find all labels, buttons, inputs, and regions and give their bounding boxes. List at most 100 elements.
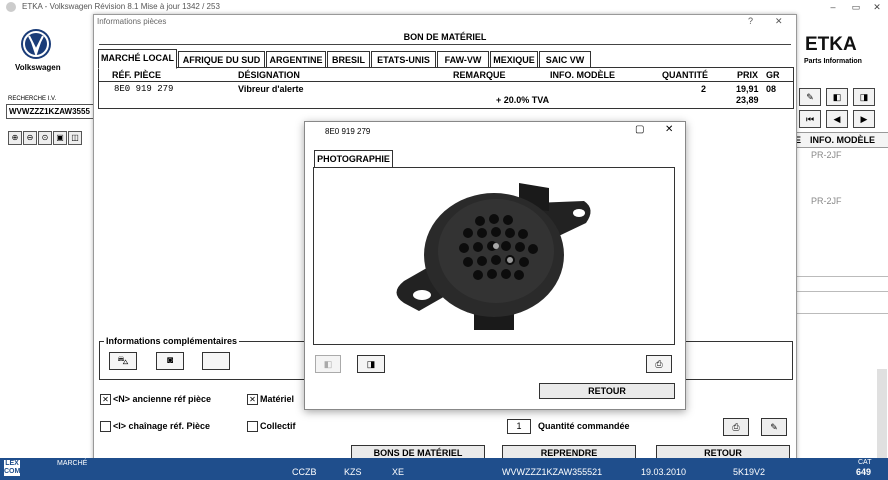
header-bar: BON DE MATÉRIEL [99, 29, 791, 45]
header-title: BON DE MATÉRIEL [403, 32, 487, 42]
cat-value: 649 [856, 467, 872, 477]
brand-label: Volkswagen [15, 63, 61, 72]
camera-icon[interactable]: ◙ [156, 352, 184, 370]
row-ref: 8E0 919 279 [114, 84, 174, 94]
zoom-reset-icon[interactable]: ◫ [68, 131, 82, 145]
app-icon [6, 2, 16, 12]
zoom-fit-icon[interactable]: ⊙ [38, 131, 52, 145]
search-label: RECHERCHE I.V. [8, 96, 57, 102]
materiel-checkbox[interactable]: ✕ [247, 394, 258, 405]
maximize-button[interactable]: ▭ [849, 1, 863, 13]
table-row[interactable]: 8E0 919 279 Vibreur d'alerte 2 19,91 08 … [99, 83, 791, 107]
tab-afrique-du-sud[interactable]: AFRIQUE DU SUD [178, 51, 265, 68]
print-icon[interactable]: ⎙ [723, 418, 749, 436]
left-panel: Volkswagen RECHERCHE I.V. WVWZZZ1KZAW355… [0, 14, 96, 458]
status-bar: LEX COM MARCHÉ CCZB KZS XE WVWZZZ1KZAW35… [0, 458, 888, 480]
divider [795, 291, 888, 292]
etka-logo-sub: Parts Information [804, 58, 862, 65]
chainage-label: <I> chaînage réf. Pièce [113, 421, 211, 431]
photo-maximize-button[interactable]: ▢ [635, 124, 644, 135]
tab-faw-vw[interactable]: FAW-VW [437, 51, 489, 68]
vin-search-input[interactable]: WVWZZZ1KZAW3555 [6, 104, 96, 119]
status-code: 5K19V2 [733, 467, 766, 477]
pin-icon[interactable]: ✎ [799, 88, 821, 106]
right-row-1: PR-2JF [811, 150, 842, 160]
page-forward-icon[interactable]: ◨ [853, 88, 875, 106]
ancienne-ref-label: <N> ancienne réf pièce [113, 394, 212, 404]
tab-saic-vw[interactable]: SAIC VW [539, 51, 591, 68]
col-quantite: QUANTITÉ [662, 70, 708, 80]
help-button[interactable]: ? [748, 16, 753, 26]
col-designation: DÉSIGNATION [238, 70, 300, 80]
quantity-input[interactable]: 1 [507, 419, 531, 434]
chainage-checkbox[interactable] [100, 421, 111, 432]
zoom-area-icon[interactable]: ▣ [53, 131, 67, 145]
minimize-button[interactable]: – [826, 1, 840, 13]
zoom-in-icon[interactable]: ⊕ [8, 131, 22, 145]
photo-frame [313, 167, 675, 345]
app-title: ETKA - Volkswagen Révision 8.1 Mise à jo… [22, 2, 220, 11]
row-tva-label: + 20.0% TVA [496, 95, 550, 105]
col-info-modele: INFO. MODÈLE [550, 70, 615, 80]
cat-label: CAT [858, 459, 872, 466]
close-app-button[interactable]: ✕ [870, 1, 884, 13]
page-back-icon[interactable]: ◧ [826, 88, 848, 106]
dialog-title: Informations pièces [97, 17, 167, 26]
collectif-checkbox[interactable] [247, 421, 258, 432]
status-c3: XE [392, 467, 405, 477]
marche-label: MARCHÉ [57, 460, 88, 467]
row-prix: 19,91 [736, 84, 759, 94]
tab-bresil[interactable]: BRESIL [327, 51, 370, 68]
tab-photographie[interactable]: PHOTOGRAPHIE [314, 150, 393, 167]
status-c1: CCZB [292, 467, 317, 477]
right-panel: ETKA Parts Information ✎ ◧ ◨ ⏮ ◀ ▶ E INF… [795, 14, 888, 459]
materiel-label: Matériel [260, 394, 295, 404]
row-quantite: 2 [701, 84, 707, 94]
status-vin: WVWZZZ1KZAW355521 [502, 467, 603, 477]
photo-prev-icon[interactable]: ◧ [315, 355, 341, 373]
collectif-label: Collectif [260, 421, 296, 431]
photo-retour-button[interactable]: RETOUR [539, 383, 675, 399]
main-title-bar: ETKA - Volkswagen Révision 8.1 Mise à jo… [0, 0, 888, 15]
next-icon[interactable]: ▶ [853, 110, 875, 128]
row-designation: Vibreur d'alerte [238, 84, 304, 94]
col-remarque: REMARQUE [453, 70, 506, 80]
row-gr: 08 [766, 84, 777, 94]
photo-print-icon[interactable]: ⎙ [646, 355, 672, 373]
col-prix: PRIX [737, 70, 759, 80]
divider [99, 81, 793, 82]
car-diagram-icon[interactable]: ⛍ [109, 352, 137, 370]
status-date: 19.03.2010 [641, 467, 687, 477]
edit-icon[interactable]: ✎ [761, 418, 787, 436]
lexcom-logo: LEX COM [4, 460, 21, 476]
scrollbar[interactable] [877, 369, 887, 459]
quantity-label: Quantité commandée [538, 421, 630, 431]
divider [795, 276, 888, 277]
right-table-header: E INFO. MODÈLE [795, 132, 888, 148]
tab-argentine[interactable]: ARGENTINE [266, 51, 326, 68]
photo-close-button[interactable]: ✕ [665, 124, 673, 135]
row-prix-tva: 23,89 [736, 95, 759, 105]
col-ref: RÉF. PIÈCE [112, 70, 162, 80]
tab-marche-local[interactable]: MARCHÉ LOCAL [98, 49, 177, 69]
photo-next-icon[interactable]: ◨ [357, 355, 385, 373]
zoom-out-icon[interactable]: ⊖ [23, 131, 37, 145]
previous-icon[interactable]: ◀ [826, 110, 848, 128]
blank-icon[interactable] [202, 352, 230, 370]
tab-mexique[interactable]: MEXIQUE [490, 51, 538, 68]
col-gr: GR [766, 70, 780, 80]
info-comp-label: Informations complémentaires [104, 336, 240, 346]
part-photo-image [396, 183, 591, 330]
photo-dialog: 8E0 919 279 ▢ ✕ PHOTOGRAPHIE ◧ ◨ ⎙ RETOU… [304, 121, 686, 410]
first-icon[interactable]: ⏮ [799, 110, 821, 128]
photo-dialog-title: 8E0 919 279 [325, 127, 371, 136]
dialog-close-button[interactable]: ✕ [775, 16, 783, 27]
divider [795, 313, 888, 314]
tab-etats-unis[interactable]: ETATS-UNIS [371, 51, 436, 68]
right-row-2: PR-2JF [811, 196, 842, 206]
ancienne-ref-checkbox[interactable]: ✕ [100, 394, 111, 405]
vw-logo-icon [21, 29, 51, 59]
status-c2: KZS [344, 467, 362, 477]
info-modele-header: INFO. MODÈLE [810, 135, 875, 145]
etka-logo: ETKA [805, 34, 857, 55]
